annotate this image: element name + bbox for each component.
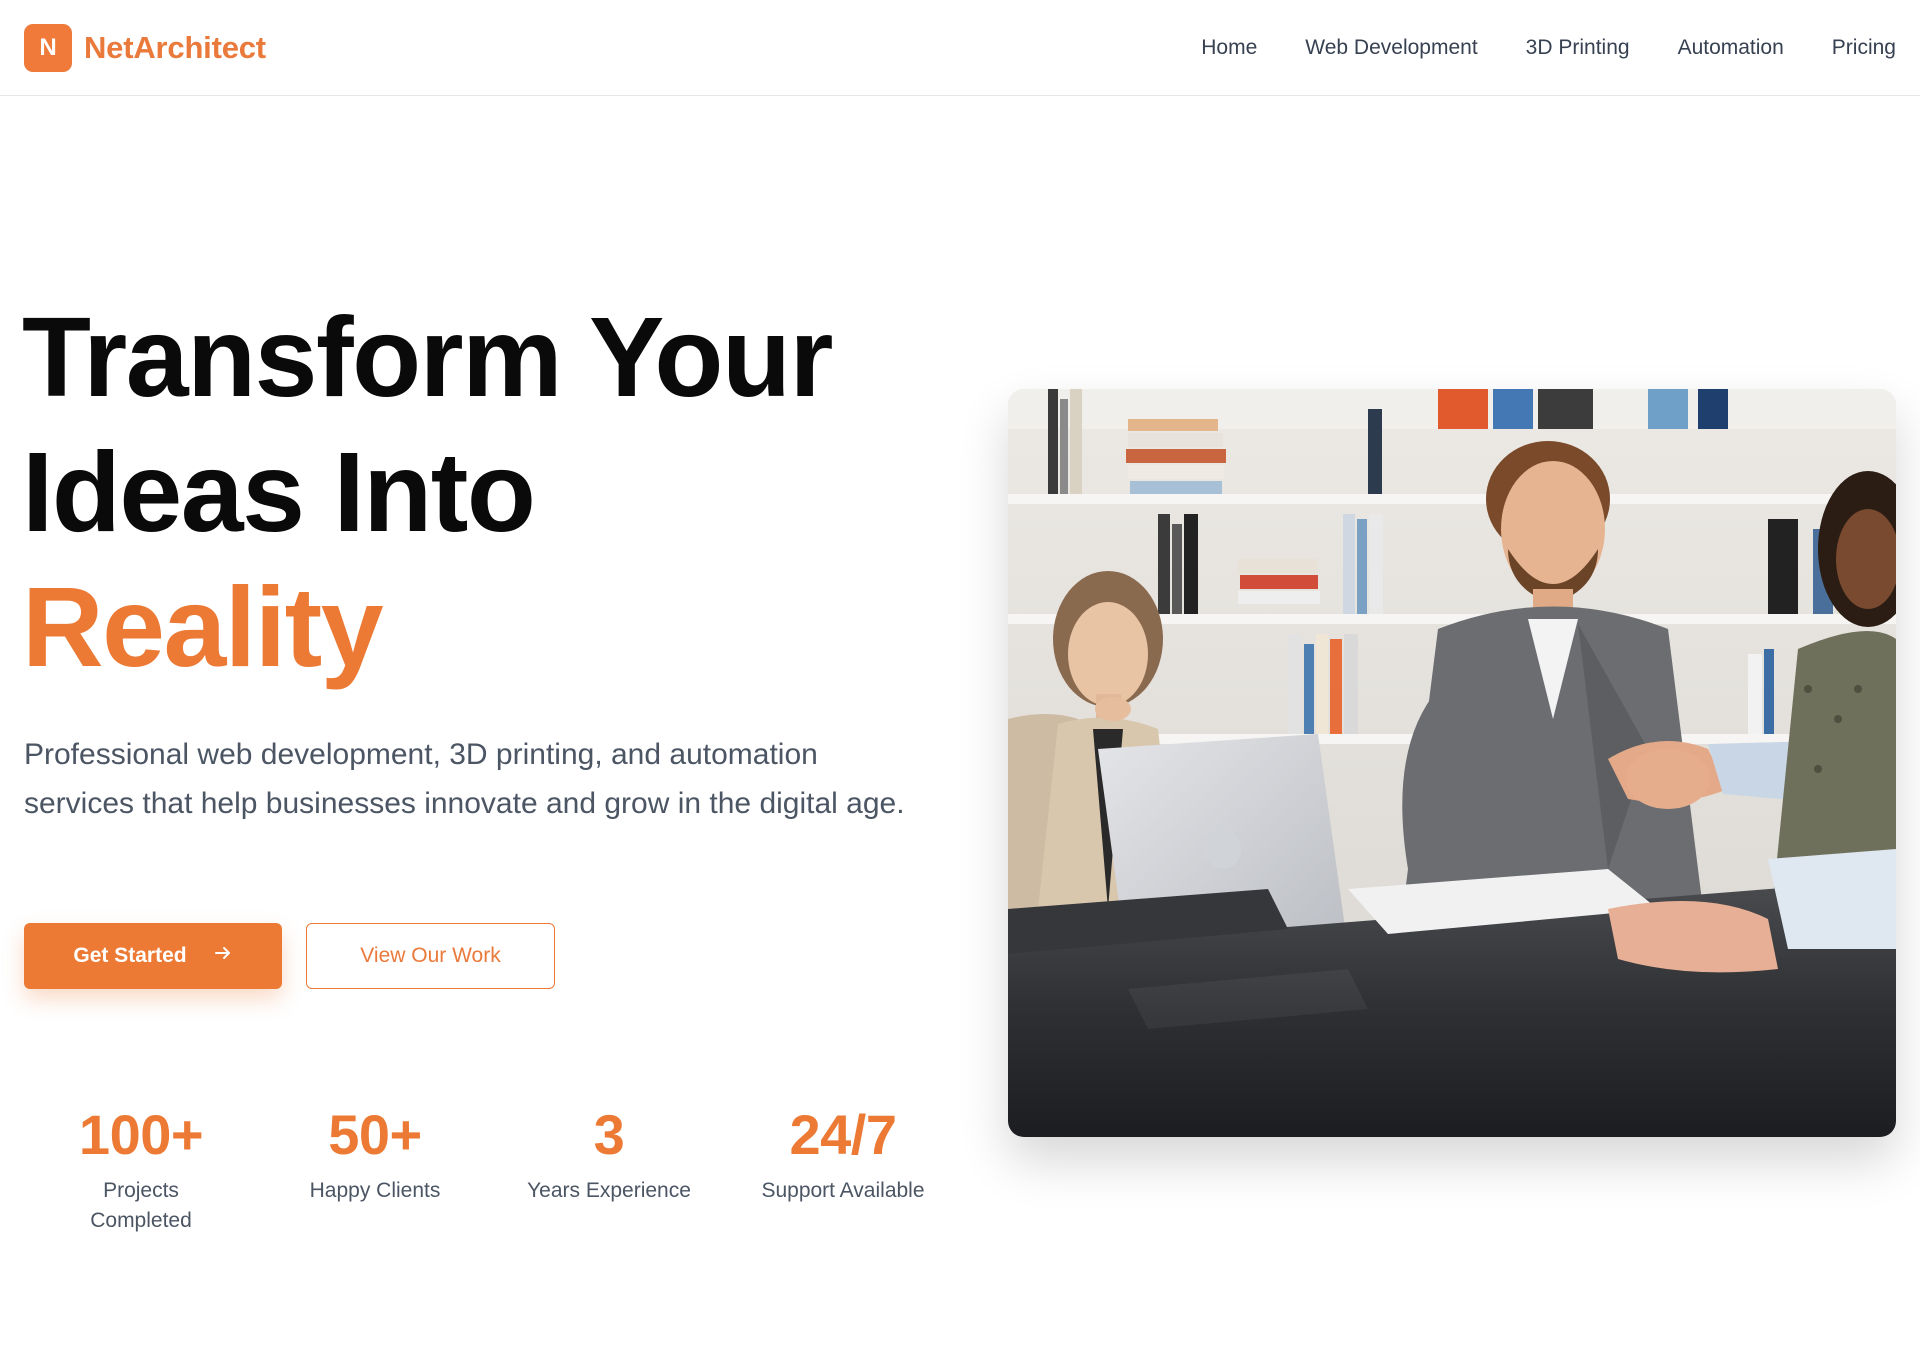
- get-started-label: Get Started: [73, 944, 187, 967]
- stat-label: Happy Clients: [309, 1179, 441, 1202]
- hero-title-line-2: Ideas Into: [22, 429, 536, 555]
- stat-support: 24/7 Support Available: [726, 1100, 960, 1236]
- hero-subtitle: Professional web development, 3D printin…: [24, 738, 905, 820]
- nav-link-web-development[interactable]: Web Development: [1305, 36, 1477, 60]
- nav-link-3d-printing[interactable]: 3D Printing: [1526, 36, 1630, 60]
- brand-logo-icon: N: [24, 24, 72, 72]
- stat-value: 24/7: [789, 1103, 898, 1166]
- brand-logo-link[interactable]: N NetArchitect: [24, 24, 266, 72]
- site-header: N NetArchitect Home Web Development 3D P…: [0, 0, 1920, 96]
- hero-cta-group: Get Started View Our Work: [24, 923, 555, 989]
- stat-label: Projects Completed: [90, 1179, 192, 1232]
- nav-link-pricing[interactable]: Pricing: [1832, 36, 1896, 60]
- hero-title-accent: Reality: [22, 564, 384, 690]
- main-nav: Home Web Development 3D Printing Automat…: [1201, 30, 1896, 66]
- stat-projects: 100+ Projects Completed: [24, 1100, 258, 1236]
- brand-name: NetArchitect: [84, 30, 266, 65]
- stat-clients: 50+ Happy Clients: [258, 1100, 492, 1236]
- get-started-button[interactable]: Get Started: [24, 923, 282, 989]
- arrow-right-icon: [213, 942, 233, 970]
- stat-label: Years Experience: [527, 1179, 691, 1202]
- stats-row: 100+ Projects Completed 50+ Happy Client…: [24, 1100, 960, 1236]
- stat-value: 50+: [328, 1103, 422, 1166]
- hero-image: [1008, 389, 1896, 1137]
- stat-label: Support Available: [761, 1179, 925, 1202]
- nav-link-home[interactable]: Home: [1201, 36, 1257, 60]
- hero-image-illustration: [1008, 389, 1896, 1137]
- stat-experience: 3 Years Experience: [492, 1100, 726, 1236]
- stat-value: 100+: [78, 1103, 204, 1166]
- view-our-work-button[interactable]: View Our Work: [306, 923, 555, 989]
- nav-link-automation[interactable]: Automation: [1678, 36, 1784, 60]
- hero-title-line-1: Transform Your: [22, 294, 833, 420]
- hero-title: Transform Your Ideas Into Reality: [22, 290, 922, 695]
- stat-value: 3: [593, 1103, 625, 1166]
